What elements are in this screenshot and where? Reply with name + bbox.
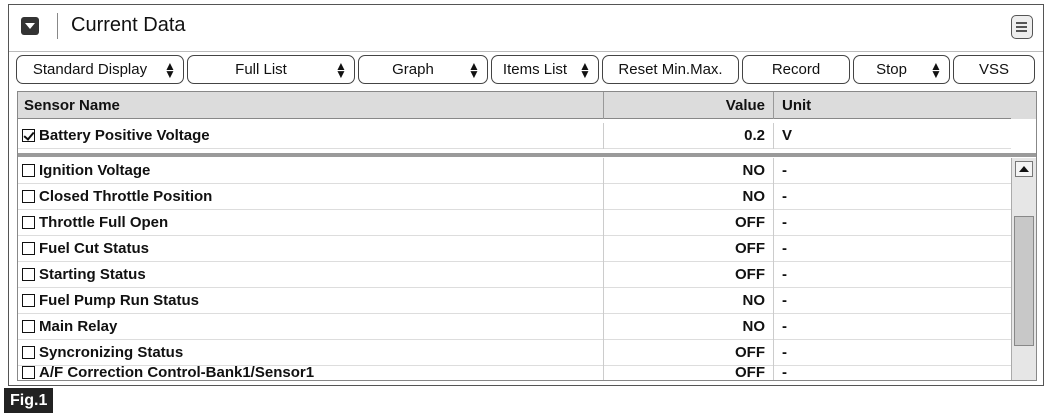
sensor-name-cell: Fuel Pump Run Status xyxy=(18,288,604,314)
checkbox[interactable] xyxy=(22,294,35,307)
checkbox-checked[interactable] xyxy=(22,129,35,142)
sensor-name: Closed Throttle Position xyxy=(39,188,213,205)
updown-arrows-icon: ▲ ▼ xyxy=(468,58,480,81)
reset-min-max-button[interactable]: Reset Min.Max. xyxy=(602,55,739,84)
button-label: Full List xyxy=(235,61,287,78)
updown-arrows-icon: ▲ ▼ xyxy=(164,58,176,81)
full-list-dropdown[interactable]: Full List ▲ ▼ xyxy=(187,55,355,84)
items-list-dropdown[interactable]: Items List ▲ ▼ xyxy=(491,55,599,84)
sensor-unit: - xyxy=(782,292,787,309)
table-header: Sensor Name Value Unit xyxy=(18,92,1036,119)
sensor-value: NO xyxy=(604,288,774,314)
sensor-name-cell: Ignition Voltage xyxy=(18,158,604,184)
panel-title: Current Data xyxy=(71,14,186,36)
button-label: Record xyxy=(771,61,821,78)
figure-label: Fig.1 xyxy=(4,388,54,413)
stop-dropdown[interactable]: Stop ▲ ▼ xyxy=(853,55,950,84)
table-row[interactable]: A/F Correction Control-Bank1/Sensor1 OFF… xyxy=(18,366,1011,380)
updown-arrows-icon: ▲ ▼ xyxy=(579,58,591,81)
sensor-unit: - xyxy=(782,188,787,205)
sensor-unit: - xyxy=(782,344,787,361)
sensor-name: Fuel Cut Status xyxy=(39,240,150,257)
sensor-name-cell: Closed Throttle Position xyxy=(18,184,604,210)
sensor-name: Ignition Voltage xyxy=(39,162,151,179)
title-bar: Current Data xyxy=(9,5,1043,47)
sensor-name: Battery Positive Voltage xyxy=(39,127,210,144)
pinned-separator xyxy=(18,153,1036,157)
sensor-name-cell: Syncronizing Status xyxy=(18,340,604,366)
table-row[interactable]: Closed Throttle Position NO - xyxy=(18,184,1011,210)
sensor-name: Starting Status xyxy=(39,266,146,283)
pinned-row-battery-positive-voltage[interactable]: Battery Positive Voltage 0.2 V xyxy=(18,123,1011,149)
sensor-name: Main Relay xyxy=(39,318,118,335)
sensor-name-cell: Main Relay xyxy=(18,314,604,340)
table-row[interactable]: Ignition Voltage NO - xyxy=(18,158,1011,184)
sensor-value: OFF xyxy=(604,262,774,288)
column-header-unit[interactable]: Unit xyxy=(774,92,1013,119)
sensor-table: Sensor Name Value Unit Battery Positive … xyxy=(17,91,1037,381)
sensor-unit: - xyxy=(782,214,787,231)
sensor-name: Throttle Full Open xyxy=(39,214,169,231)
table-row[interactable]: Syncronizing Status OFF - xyxy=(18,340,1011,366)
standard-display-dropdown[interactable]: Standard Display ▲ ▼ xyxy=(16,55,184,84)
sensor-value: NO xyxy=(604,184,774,210)
scroll-up-arrow-icon[interactable] xyxy=(1015,161,1033,177)
checkbox[interactable] xyxy=(22,268,35,281)
sensor-value: OFF xyxy=(604,236,774,262)
sensor-name-cell: A/F Correction Control-Bank1/Sensor1 xyxy=(18,366,604,380)
sensor-unit: V xyxy=(782,127,793,144)
table-row[interactable]: Fuel Pump Run Status NO - xyxy=(18,288,1011,314)
current-data-panel: Current Data Standard Display ▲ ▼ Full Li… xyxy=(8,4,1044,386)
checkbox[interactable] xyxy=(22,320,35,333)
collapse-icon[interactable] xyxy=(21,17,39,35)
checkbox[interactable] xyxy=(22,242,35,255)
sensor-name-cell: Fuel Cut Status xyxy=(18,236,604,262)
menu-icon[interactable] xyxy=(1011,15,1033,39)
sensor-value: OFF xyxy=(604,210,774,236)
table-row[interactable]: Main Relay NO - xyxy=(18,314,1011,340)
vss-button[interactable]: VSS xyxy=(953,55,1035,84)
sensor-value: NO xyxy=(604,314,774,340)
sensor-unit: - xyxy=(782,162,787,179)
checkbox[interactable] xyxy=(22,346,35,359)
button-label: Stop xyxy=(876,61,907,78)
vertical-scrollbar[interactable] xyxy=(1011,158,1036,380)
toolbar: Standard Display ▲ ▼ Full List ▲ ▼ Graph ▲… xyxy=(9,51,1043,85)
checkbox[interactable] xyxy=(22,366,35,379)
checkbox[interactable] xyxy=(22,190,35,203)
button-label: VSS xyxy=(978,61,1009,78)
column-header-sensor-name[interactable]: Sensor Name xyxy=(18,92,604,119)
sensor-name: Fuel Pump Run Status xyxy=(39,292,200,309)
title-separator xyxy=(57,13,58,39)
updown-arrows-icon: ▲ ▼ xyxy=(335,58,347,81)
sensor-name-cell: Throttle Full Open xyxy=(18,210,604,236)
checkbox[interactable] xyxy=(22,216,35,229)
sensor-unit: - xyxy=(782,240,787,257)
sensor-name-cell: Battery Positive Voltage xyxy=(18,123,604,149)
sensor-name-cell: Starting Status xyxy=(18,262,604,288)
table-row[interactable]: Throttle Full Open OFF - xyxy=(18,210,1011,236)
sensor-unit: - xyxy=(782,266,787,283)
button-label: Items List xyxy=(502,61,568,78)
sensor-name: Syncronizing Status xyxy=(39,344,184,361)
table-row[interactable]: Fuel Cut Status OFF - xyxy=(18,236,1011,262)
sensor-unit: - xyxy=(782,366,787,380)
button-label: Standard Display xyxy=(32,61,148,78)
checkbox[interactable] xyxy=(22,164,35,177)
header-filler xyxy=(1011,92,1036,119)
sensor-unit: - xyxy=(782,318,787,335)
sensor-value: OFF xyxy=(604,366,774,380)
graph-dropdown[interactable]: Graph ▲ ▼ xyxy=(358,55,488,84)
button-label: Graph xyxy=(392,61,434,78)
sensor-name: A/F Correction Control-Bank1/Sensor1 xyxy=(39,366,315,380)
button-label: Reset Min.Max. xyxy=(618,61,723,78)
table-row[interactable]: Starting Status OFF - xyxy=(18,262,1011,288)
column-header-value[interactable]: Value xyxy=(604,92,774,119)
scrollbar-thumb[interactable] xyxy=(1014,216,1034,346)
record-button[interactable]: Record xyxy=(742,55,850,84)
sensor-value: NO xyxy=(604,158,774,184)
sensor-value: OFF xyxy=(604,340,774,366)
updown-arrows-icon: ▲ ▼ xyxy=(930,58,942,81)
sensor-value: 0.2 xyxy=(604,123,774,149)
